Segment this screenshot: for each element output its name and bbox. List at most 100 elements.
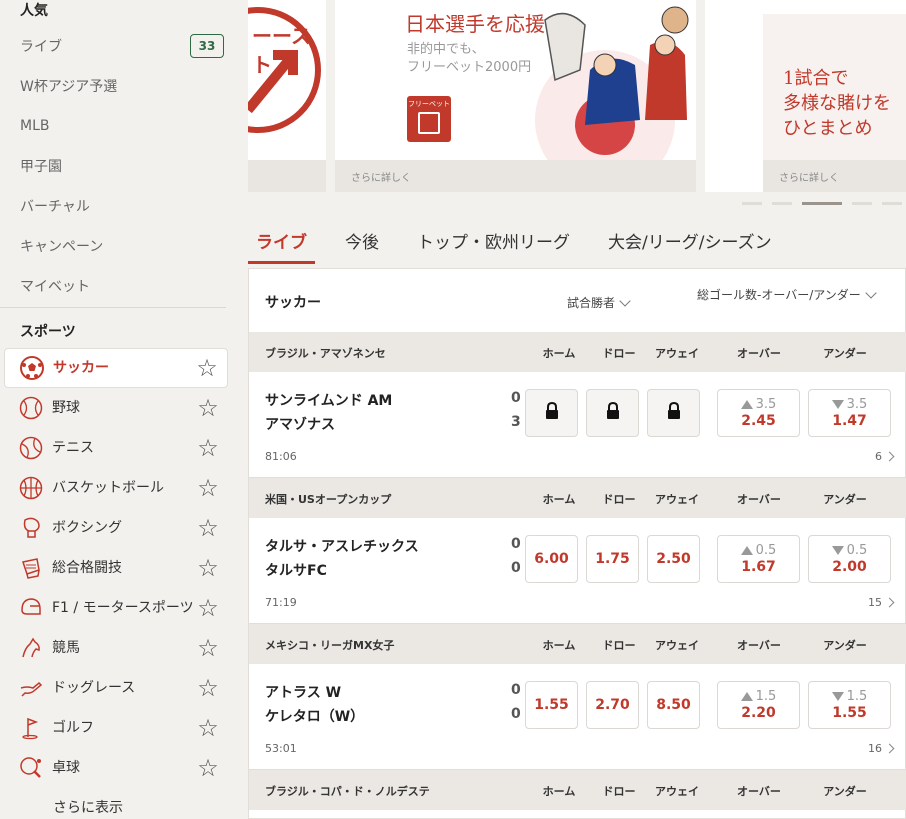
odds-draw-button[interactable]: 1.75 (586, 535, 639, 583)
away-score: 0 (511, 706, 521, 722)
favorite-star-icon[interactable]: ☆ (194, 514, 222, 542)
match-row[interactable]: サンライムンド AM アマゾナス 0 3 3.5 2.45 3.5 1.47 81:… (249, 372, 906, 478)
odds-home-button[interactable]: 1.55 (525, 681, 578, 729)
chevron-down-icon (619, 294, 631, 307)
sidebar-item-live[interactable]: ライブ 33 (20, 34, 230, 58)
carousel-dot[interactable] (882, 202, 902, 205)
market-select-label: 総ゴール数-オーバー/アンダー (697, 288, 861, 302)
match-clock: 81:06 (265, 450, 297, 463)
sidebar-item-mlb[interactable]: MLB (20, 114, 230, 138)
league-name: メキシコ・リーガMX女子 (265, 639, 395, 652)
lock-icon (667, 401, 681, 424)
odds-home-button[interactable]: 6.00 (525, 535, 578, 583)
odds-under[interactable]: 0.5 2.00 (808, 535, 891, 583)
carousel-dot[interactable] (742, 202, 762, 205)
away-team: アマゾナス (265, 417, 335, 433)
sidebar-item-label: 甲子園 (20, 159, 62, 175)
favorite-star-icon[interactable]: ☆ (194, 594, 222, 622)
sidebar-item-horse-racing[interactable]: 競馬 ☆ (4, 628, 228, 668)
favorite-star-icon[interactable]: ☆ (194, 394, 222, 422)
favorite-star-icon[interactable]: ☆ (194, 434, 222, 462)
col-under: アンダー (823, 347, 867, 360)
more-markets-link[interactable]: 6 (875, 450, 895, 463)
league-name: 米国・USオープンカップ (265, 493, 392, 506)
show-more-link[interactable]: さらに表示 (53, 797, 123, 817)
triangle-down-icon (831, 400, 844, 409)
banner-3-footer[interactable]: さらに詳しく (763, 160, 906, 192)
more-markets-link[interactable]: 16 (868, 742, 895, 755)
odds-under[interactable]: 1.5 1.55 (808, 681, 891, 729)
odds-under[interactable]: 3.5 1.47 (808, 389, 891, 437)
home-score: 0 (511, 390, 521, 406)
triangle-up-icon (740, 546, 753, 555)
sidebar-item-tennis[interactable]: テニス ☆ (4, 428, 228, 468)
freebet-tag: フリーベット (407, 96, 451, 142)
favorite-star-icon[interactable]: ☆ (194, 714, 222, 742)
col-over: オーバー (737, 347, 781, 360)
sidebar-item-basketball[interactable]: バスケットボール ☆ (4, 468, 228, 508)
sidebar-item-label: キャンペーン (20, 239, 104, 255)
promo-banner-1[interactable]: ーースト (248, 0, 326, 192)
favorite-star-icon[interactable]: ☆ (194, 674, 222, 702)
sidebar-item-my-bets[interactable]: マイベット (20, 274, 230, 298)
home-score: 0 (511, 536, 521, 552)
carousel-dot[interactable] (772, 202, 792, 205)
match-row[interactable]: タルサ・アスレチックス タルサFC 0 0 6.00 1.75 2.50 0.5… (249, 518, 906, 624)
favorite-star-icon[interactable]: ☆ (194, 754, 222, 782)
sidebar-item-label: 競馬 (52, 640, 80, 656)
table-tennis-icon (18, 755, 44, 781)
away-team: ケレタロ（W） (265, 709, 365, 725)
favorite-star-icon[interactable]: ☆ (194, 554, 222, 582)
col-away: アウェイ (655, 493, 699, 506)
sidebar-divider (0, 307, 226, 308)
market-select-winner[interactable]: 試合勝者 (567, 294, 631, 311)
soccer-ball-icon (19, 355, 45, 381)
favorite-star-icon[interactable]: ☆ (193, 354, 221, 382)
col-draw: ドロー (602, 785, 636, 798)
chevron-right-icon (884, 451, 895, 462)
banner-2-sub2: フリーベット2000円 (407, 60, 532, 75)
odds-away-button[interactable]: 8.50 (647, 681, 700, 729)
odds-over[interactable]: 0.5 1.67 (717, 535, 800, 583)
sidebar-item-baseball[interactable]: 野球 ☆ (4, 388, 228, 428)
home-team: サンライムンド AM (265, 393, 393, 409)
sidebar-item-table-tennis[interactable]: 卓球 ☆ (4, 748, 228, 788)
sidebar-item-boxing[interactable]: ボクシング ☆ (4, 508, 228, 548)
sidebar-item-mma[interactable]: 総合格闘技 ☆ (4, 548, 228, 588)
sidebar-item-label: サッカー (53, 360, 109, 376)
sidebar-item-virtual[interactable]: バーチャル (20, 194, 230, 218)
chevron-right-icon (884, 597, 895, 608)
odds-over[interactable]: 3.5 2.45 (717, 389, 800, 437)
match-row[interactable]: アトラス W ケレタロ（W） 0 0 1.55 2.70 8.50 1.5 2.2… (249, 664, 906, 770)
favorite-star-icon[interactable]: ☆ (194, 474, 222, 502)
over-line: 0.5 (755, 543, 777, 558)
sidebar-item-greyhound[interactable]: ドッグレース ☆ (4, 668, 228, 708)
promo-banner-2[interactable]: 日本選手を応援 非的中でも、 フリーベット2000円 フリーベット さらに詳しく (335, 0, 696, 192)
sidebar-item-koshien[interactable]: 甲子園 (20, 154, 230, 178)
carousel-dot[interactable] (852, 202, 872, 205)
odds-over[interactable]: 1.5 2.20 (717, 681, 800, 729)
tab-upcoming[interactable]: 今後 (337, 228, 387, 264)
sidebar-item-label: バーチャル (20, 199, 90, 215)
col-home: ホーム (542, 347, 576, 360)
banner-2-footer[interactable]: さらに詳しく (335, 160, 696, 192)
more-markets-link[interactable]: 15 (868, 596, 895, 609)
tab-competitions[interactable]: 大会/リーグ/シーズン (600, 228, 780, 264)
tab-top-european-leagues[interactable]: トップ・欧州リーグ (409, 228, 578, 264)
market-select-total-goals[interactable]: 総ゴール数-オーバー/アンダー (697, 286, 877, 303)
sidebar-item-motorsport[interactable]: F1 / モータースポーツ ☆ (4, 588, 228, 628)
golf-flag-icon (18, 715, 44, 741)
tab-live[interactable]: ライブ (248, 228, 315, 264)
odds-draw-button[interactable]: 2.70 (586, 681, 639, 729)
freebet-tag-label: フリーベット (408, 100, 450, 108)
sidebar-item-label: MLB (20, 118, 50, 134)
sidebar-item-soccer[interactable]: サッカー ☆ (4, 348, 228, 388)
sidebar-item-golf[interactable]: ゴルフ ☆ (4, 708, 228, 748)
carousel-dot-active[interactable] (802, 202, 842, 205)
favorite-star-icon[interactable]: ☆ (194, 634, 222, 662)
sidebar-item-wc-asia-qualifiers[interactable]: W杯アジア予選 (20, 74, 230, 98)
promo-banner-3[interactable]: 1試合で 多様な賭けを ひとまとめ さらに詳しく (705, 0, 906, 192)
under-line: 1.5 (846, 689, 868, 704)
sidebar-item-campaign[interactable]: キャンペーン (20, 234, 230, 258)
odds-away-button[interactable]: 2.50 (647, 535, 700, 583)
